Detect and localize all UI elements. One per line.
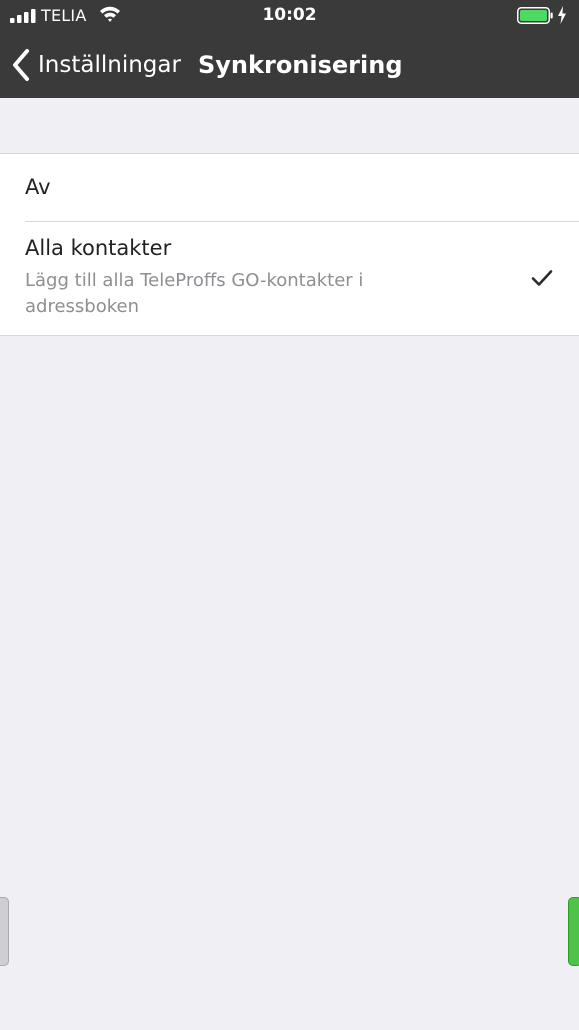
top-bar: TELIA 10:02 Inställningar Synkronisering: [0, 0, 579, 98]
checkmark-icon: [531, 270, 553, 286]
left-edge-handle[interactable]: [0, 897, 9, 966]
navigation-bar: Inställningar Synkronisering: [0, 32, 579, 98]
page-title: Synkronisering: [198, 51, 403, 79]
option-off[interactable]: Av: [0, 154, 579, 221]
clock: 10:02: [262, 5, 317, 25]
back-button-label: Inställningar: [38, 52, 181, 78]
sync-options-list: Av Alla kontakter Lägg till alla TelePro…: [0, 153, 579, 336]
option-off-title: Av: [25, 175, 51, 199]
option-all-contacts-subtitle: Lägg till alla TeleProffs GO-kontakter i…: [25, 270, 364, 317]
back-button[interactable]: Inställningar: [10, 48, 181, 82]
option-all-contacts-title: Alla kontakter: [25, 236, 172, 260]
right-edge-handle[interactable]: [568, 897, 579, 966]
status-bar: TELIA 10:02: [0, 0, 579, 32]
chevron-left-icon: [13, 49, 29, 81]
option-all-contacts[interactable]: Alla kontakter Lägg till alla TeleProffs…: [0, 222, 579, 335]
charging-bolt-icon: [558, 6, 566, 24]
battery-icon: [517, 7, 553, 24]
